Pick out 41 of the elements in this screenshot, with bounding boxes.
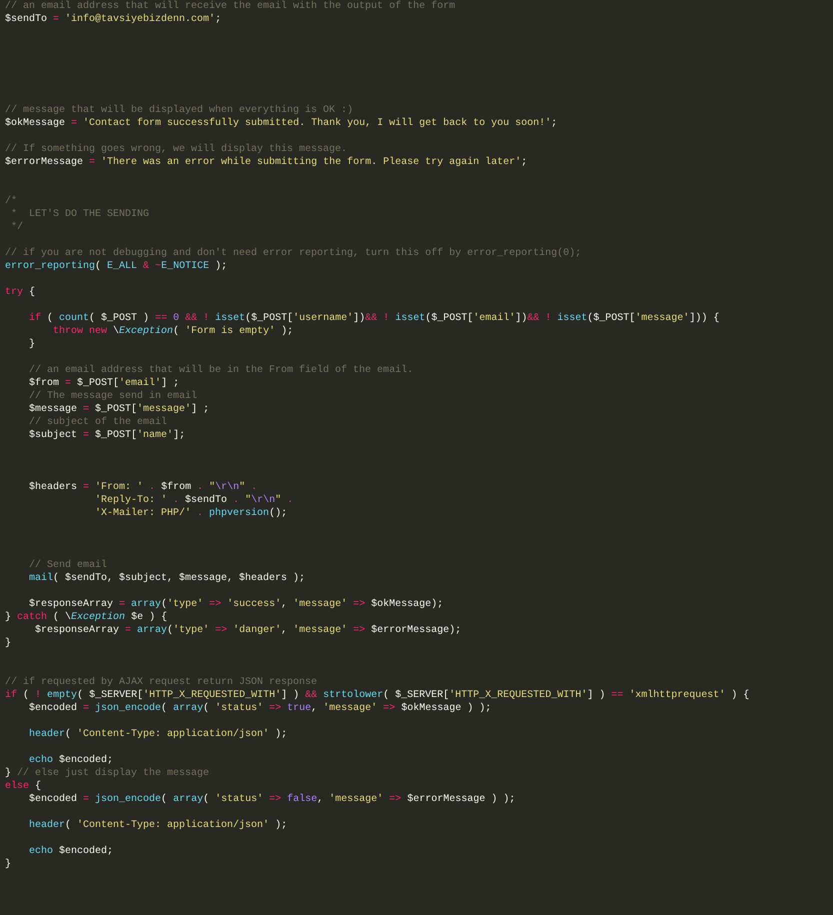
code-line: $from = $_POST['email'] ; <box>28 377 180 390</box>
code-line: $encoded = json_encode( array( 'status' => false, 'message' => $errorMessage ) ); <box>28 793 516 806</box>
code-line: error_reporting( E_ALL & ~E_NOTICE ); <box>5 260 228 273</box>
code-line: } // else just display the message <box>5 767 210 780</box>
code-line: * LET'S DO THE SENDING <box>10 208 150 221</box>
code-line: // if requested by AJAX request return JSON response <box>5 676 318 689</box>
code-line: $errorMessage = 'There was an error while submitting the form. Please try again later'; <box>5 156 528 169</box>
code-line: /* <box>5 195 18 208</box>
code-line: } <box>5 637 12 650</box>
code-line: // subject of the email <box>28 416 168 429</box>
code-line: } <box>28 338 36 351</box>
code-line: } <box>5 858 12 871</box>
code-line: echo $encoded; <box>28 845 114 858</box>
code-line: */ <box>10 221 24 234</box>
code-line: $responseArray = array('type' => 'danger', 'message' => $errorMessage); <box>34 624 462 637</box>
code-line: $sendTo = 'info@tavsiyebizdenn.com'; <box>5 13 222 26</box>
code-line: $message = $_POST['message'] ; <box>28 403 210 416</box>
code-line: mail( $sendTo, $subject, $message, $headers ); <box>28 572 306 585</box>
code-line: else { <box>5 780 42 793</box>
code-line: // The message send in email <box>28 390 198 403</box>
code-line: $encoded = json_encode( array( 'status' => true, 'message' => $okMessage ) ); <box>28 702 492 715</box>
code-line: 'X-Mailer: PHP/' . phpversion(); <box>94 507 288 520</box>
code-line: if ( count( $_POST ) == 0 && ! isset($_POST['username'])&& ! isset($_POST['email'])&& ! isset($_POST['message'])) { <box>28 312 720 325</box>
code-line: // If something goes wrong, we will display this message. <box>5 143 348 156</box>
code-line: $okMessage = 'Contact form successfully submitted. Thank you, I will get back to you soon!'; <box>5 117 558 130</box>
code-line: try { <box>5 286 36 299</box>
code-line: $subject = $_POST['name']; <box>28 429 186 442</box>
code-line: } catch ( \Exception $e ) { <box>5 611 168 624</box>
code-line: header( 'Content-Type: application/json' ); <box>28 728 288 741</box>
code-line: // Send email <box>28 559 108 572</box>
code-line: // if you are not debugging and don't need error reporting, turn this off by error_reporting(0); <box>5 247 582 260</box>
code-line: $headers = 'From: ' . $from . "\r\n" . <box>28 481 258 494</box>
code-line: 'Reply-To: ' . $sendTo . "\r\n" . <box>94 494 294 507</box>
code-line: // an email address that will receive the email with the output of the form <box>5 0 456 13</box>
code-line: // an email address that will be in the From field of the email. <box>28 364 414 377</box>
code-line: header( 'Content-Type: application/json' ); <box>28 819 288 832</box>
code-line: $responseArray = array('type' => 'success', 'message' => $okMessage); <box>28 598 444 611</box>
code-line: throw new \Exception( 'Form is empty' ); <box>52 325 294 338</box>
code-line: if ( ! empty( $_SERVER['HTTP_X_REQUESTED_WITH'] ) && strtolower( $_SERVER['HTTP_X_REQUESTED_WITH'] ) == 'xmlhttprequest' ) { <box>5 689 750 702</box>
code-line: // message that will be displayed when everything is OK :) <box>5 104 354 117</box>
code-line: echo $encoded; <box>28 754 114 767</box>
